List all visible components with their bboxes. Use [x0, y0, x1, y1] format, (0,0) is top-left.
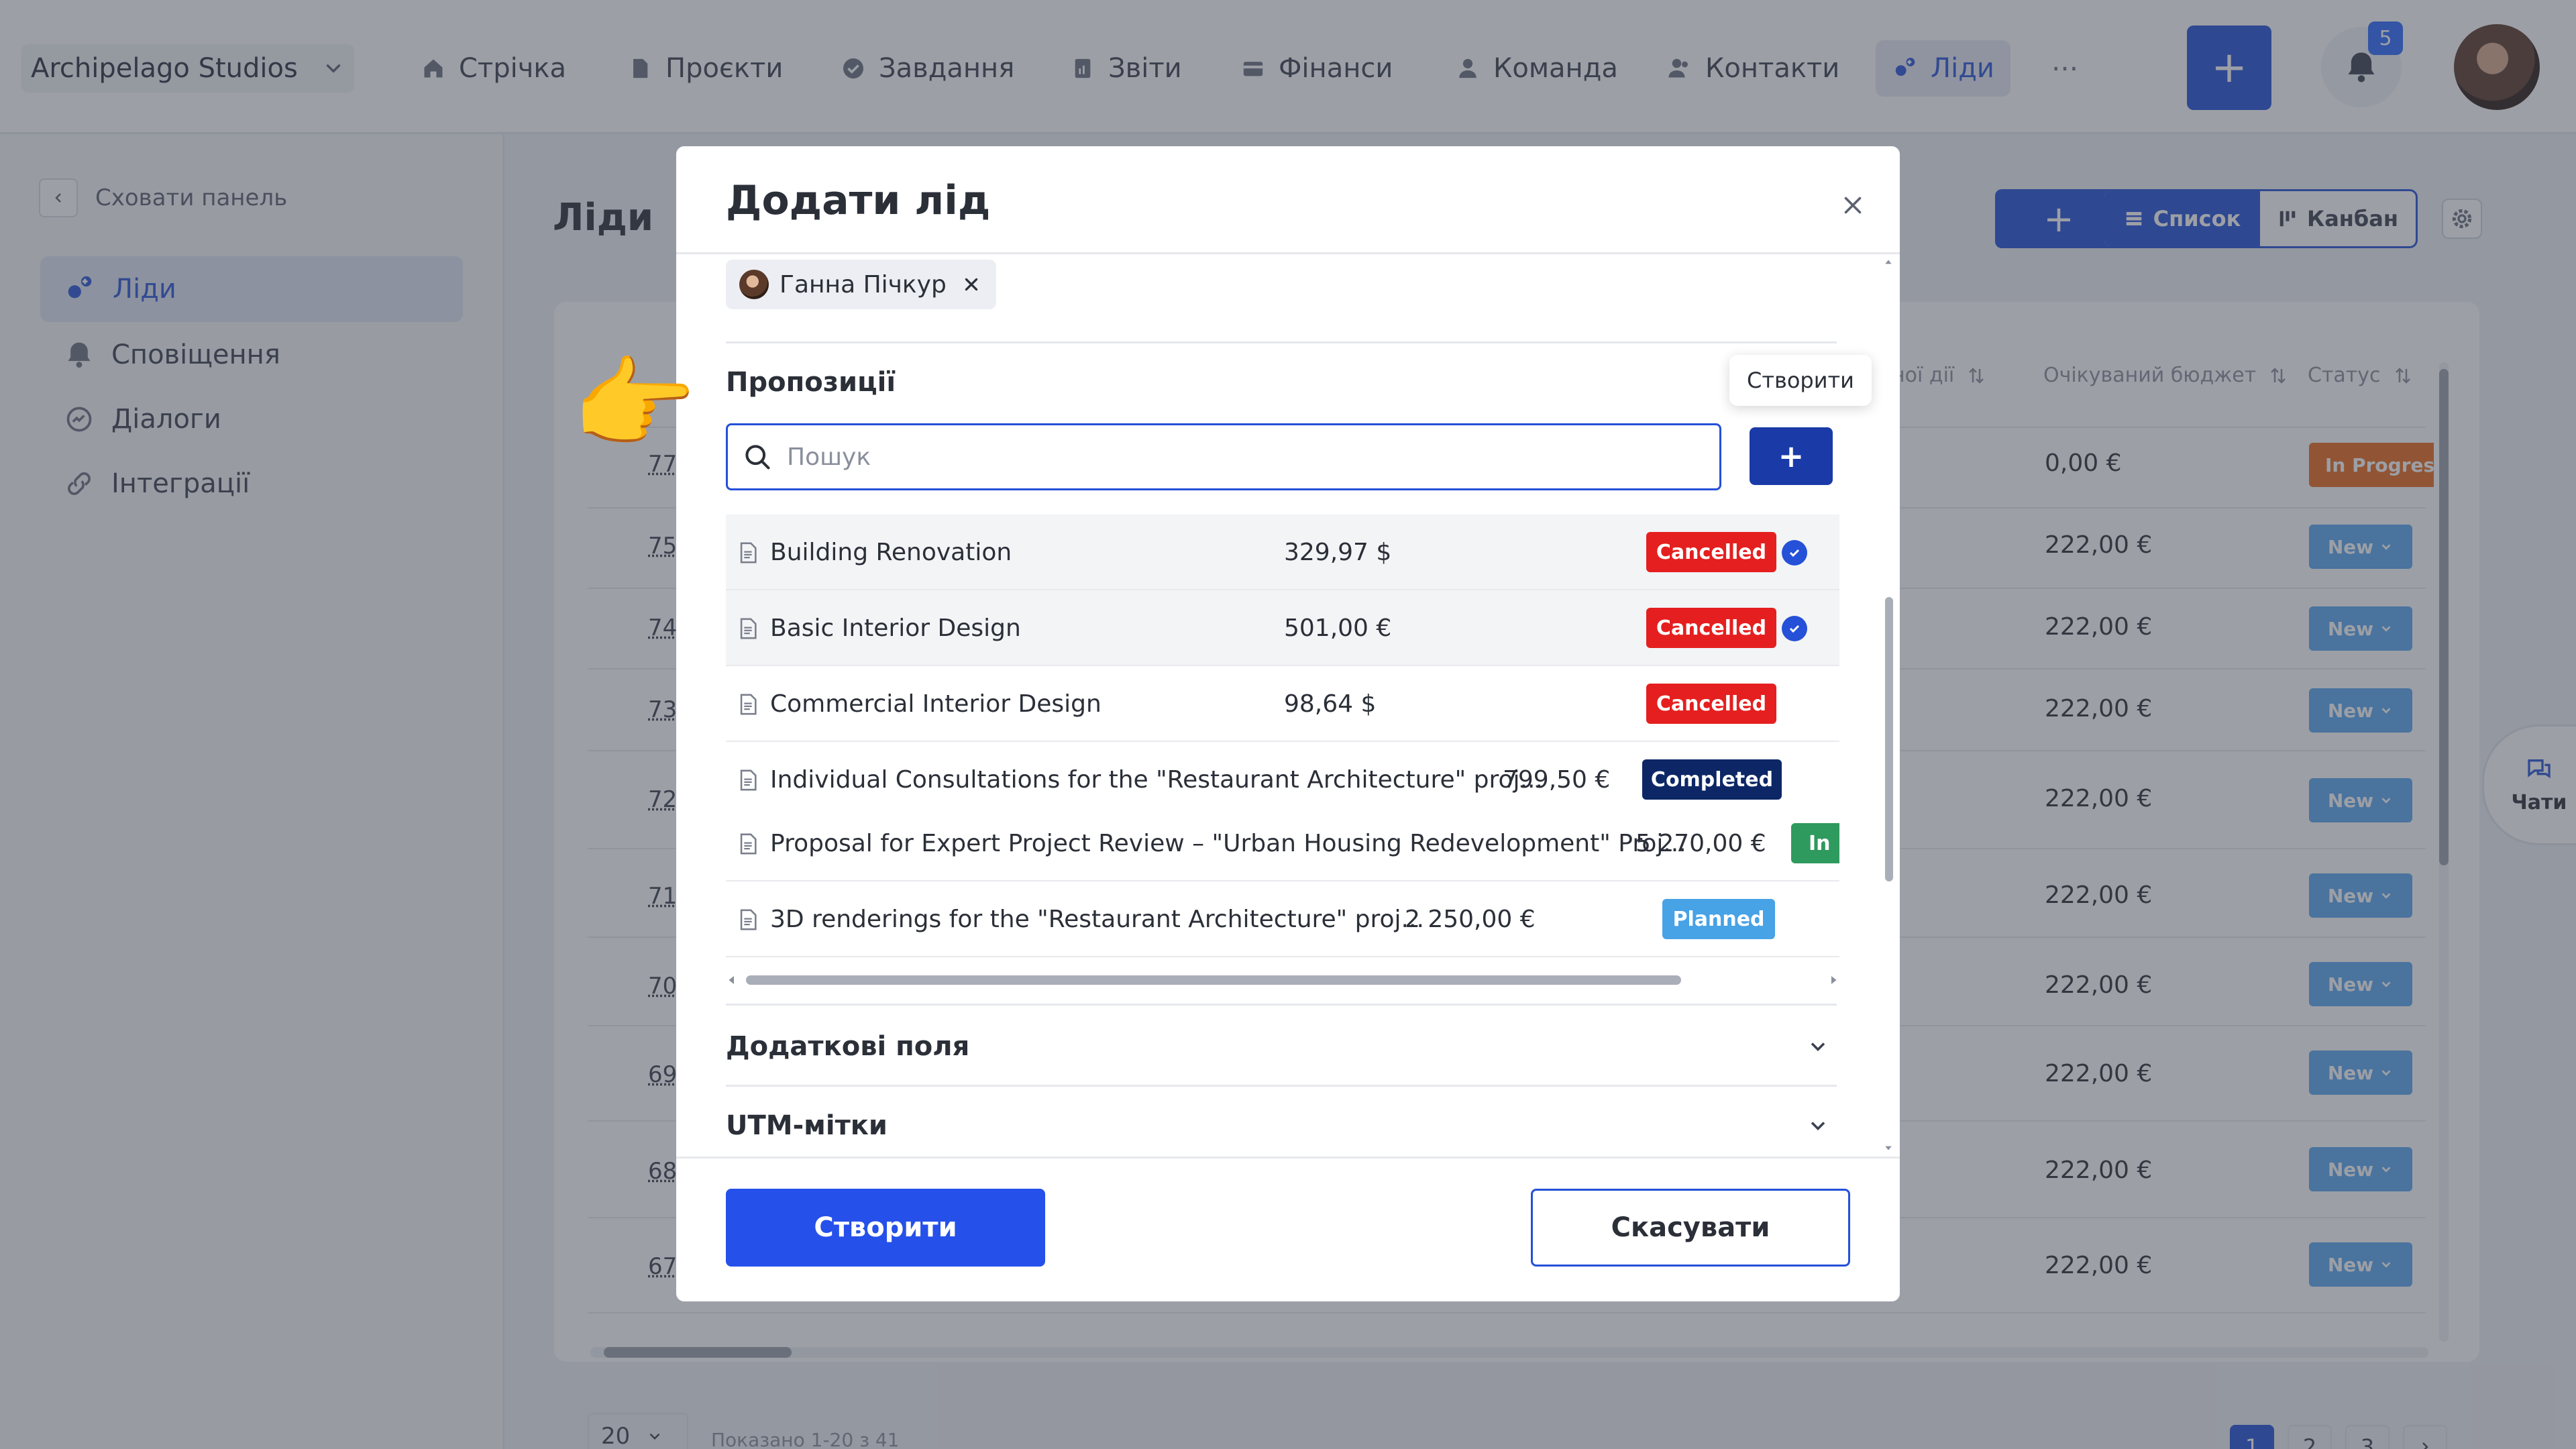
proposal-status-badge: Planned — [1662, 899, 1775, 939]
accordion-title: Додаткові поля — [726, 1031, 970, 1062]
close-icon — [1841, 193, 1865, 217]
proposals-list-continued — [726, 557, 1839, 709]
document-icon — [737, 907, 759, 932]
proposal-name: 3D renderings for the "Restaurant Archit… — [770, 906, 1424, 933]
extra-fields-accordion[interactable]: Додаткові поля — [726, 1008, 1837, 1085]
document-icon — [737, 831, 759, 857]
close-modal-button[interactable] — [1831, 184, 1874, 227]
proposals-scroll-thumb[interactable] — [746, 975, 1681, 985]
scroll-up-arrow-icon — [1885, 260, 1892, 264]
proposal-price: 2 250,00 € — [1405, 906, 1536, 933]
create-button[interactable]: Створити — [726, 1189, 1045, 1267]
proposal-price: 5 270,00 € — [1635, 830, 1766, 857]
proposal-name: Proposal for Expert Project Review – "Ur… — [770, 830, 1686, 857]
proposal-row[interactable]: Proposal for Expert Project Review – "Ur… — [726, 806, 1839, 881]
chevron-down-icon — [1806, 1114, 1830, 1138]
section-divider — [726, 1004, 1837, 1006]
chevron-down-icon — [1806, 1034, 1830, 1059]
pointing-hand-icon: 👉 — [572, 346, 697, 463]
modal-title: Додати лід — [726, 177, 991, 224]
proposal-status-badge: In — [1791, 823, 1839, 863]
modal-scroll-thumb[interactable] — [1885, 597, 1893, 881]
accordion-title: UTM-мітки — [726, 1110, 888, 1141]
scroll-down-arrow-icon — [1885, 1146, 1892, 1150]
proposal-row[interactable]: 3D renderings for the "Restaurant Archit… — [726, 881, 1839, 957]
scroll-right-arrow-icon — [1831, 976, 1837, 984]
cancel-button[interactable]: Скасувати — [1531, 1189, 1850, 1267]
proposals-list-more: Proposal for Expert Project Review – "Ur… — [726, 806, 1839, 957]
utm-accordion[interactable]: UTM-мітки — [726, 1087, 1837, 1165]
scroll-left-arrow-icon — [729, 976, 734, 984]
